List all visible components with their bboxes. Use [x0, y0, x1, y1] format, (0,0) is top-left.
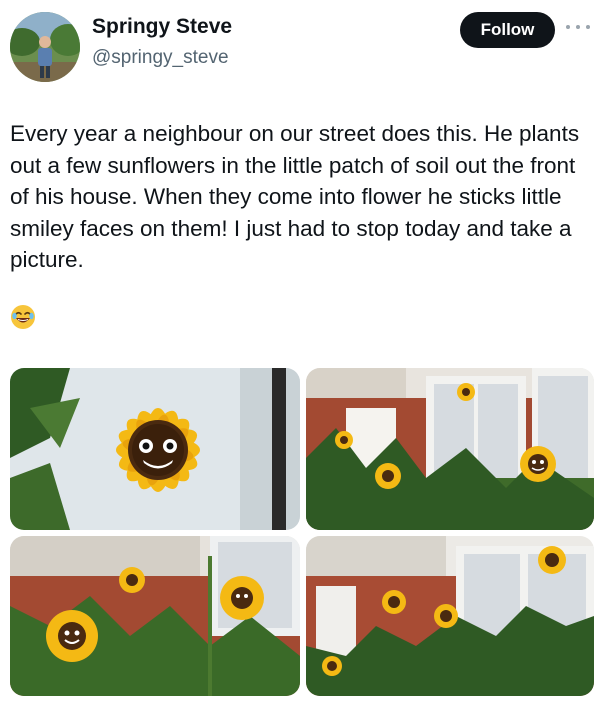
author-handle[interactable]: @springy_steve	[92, 47, 229, 69]
follow-button[interactable]: Follow	[460, 12, 555, 48]
media-grid	[10, 368, 594, 696]
photo-3[interactable]	[10, 536, 300, 696]
avatar[interactable]	[10, 12, 80, 82]
author-display-name[interactable]: Springy Steve	[92, 15, 232, 39]
laughing-emoji-icon	[10, 304, 36, 330]
more-horizontal-icon[interactable]	[566, 22, 590, 32]
tweet-text: Every year a neighbour on our street doe…	[10, 121, 580, 272]
photo-4[interactable]	[306, 536, 594, 696]
photo-1[interactable]	[10, 368, 300, 530]
avatar-image	[10, 12, 80, 82]
tweet-header: Springy Steve @springy_steve Follow	[0, 0, 600, 90]
photo-2[interactable]	[306, 368, 594, 530]
